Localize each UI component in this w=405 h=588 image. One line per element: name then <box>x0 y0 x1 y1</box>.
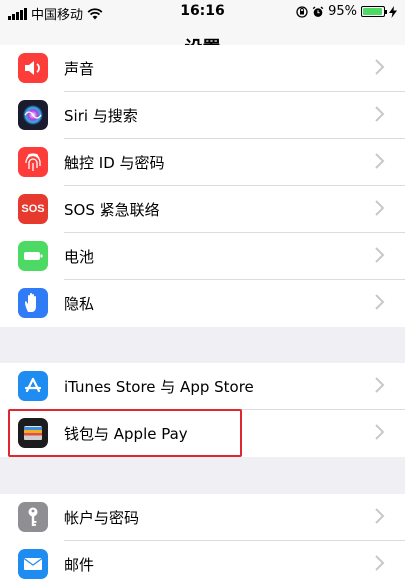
row-label: 邮件 <box>64 556 95 574</box>
settings-row-mail[interactable]: 邮件 <box>0 541 405 588</box>
chevron-right-icon <box>375 294 385 310</box>
siri-icon <box>18 100 48 130</box>
row-label: 隐私 <box>64 295 95 313</box>
settings-row-touch-id[interactable]: 触控 ID 与密码 <box>0 139 405 186</box>
settings-row-emergency-sos[interactable]: SOS SOS 紧急联络 <box>0 186 405 233</box>
mail-icon <box>18 549 48 579</box>
chevron-right-icon <box>375 424 385 440</box>
orientation-lock-icon <box>296 5 308 18</box>
chevron-right-icon <box>375 508 385 524</box>
status-bar: 中国移动 16:16 95% <box>0 0 405 24</box>
settings-row-siri-search[interactable]: Siri 与搜索 <box>0 92 405 139</box>
hand-icon <box>18 288 48 318</box>
battery-fill <box>363 8 382 15</box>
chevron-right-icon <box>375 200 385 216</box>
highlight-box <box>8 409 242 457</box>
settings-row-sounds[interactable]: 声音 <box>0 45 405 92</box>
settings-row-privacy[interactable]: 隐私 <box>0 280 405 327</box>
chevron-right-icon <box>375 106 385 122</box>
sos-icon: SOS <box>18 194 48 224</box>
sos-icon-text: SOS <box>21 203 45 215</box>
speaker-icon <box>18 53 48 83</box>
settings-row-battery[interactable]: 电池 <box>0 233 405 280</box>
chevron-right-icon <box>375 247 385 263</box>
row-label: SOS 紧急联络 <box>64 201 160 219</box>
settings-group-3: 帐户与密码 邮件 <box>0 494 405 588</box>
chevron-right-icon <box>375 377 385 393</box>
row-label: 电池 <box>64 248 95 266</box>
settings-row-accounts-passwords[interactable]: 帐户与密码 <box>0 494 405 541</box>
battery-icon <box>18 241 48 271</box>
battery-icon <box>361 6 387 17</box>
settings-group-1: 声音 Siri 与搜索 触控 ID 与密码 SOS SOS 紧急联络 电池 隐私 <box>0 45 405 327</box>
row-label: 声音 <box>64 60 95 78</box>
settings-row-itunes-app-store[interactable]: iTunes Store 与 App Store <box>0 363 405 410</box>
row-label: 触控 ID 与密码 <box>64 154 165 172</box>
row-label: Siri 与搜索 <box>64 107 138 125</box>
row-label: 帐户与密码 <box>64 509 140 527</box>
battery-percent: 95% <box>328 4 357 19</box>
status-right: 95% <box>296 4 397 19</box>
app-store-icon <box>18 371 48 401</box>
alarm-icon <box>312 5 324 17</box>
chevron-right-icon <box>375 153 385 169</box>
chevron-right-icon <box>375 555 385 571</box>
chevron-right-icon <box>375 59 385 75</box>
row-label: iTunes Store 与 App Store <box>64 378 254 396</box>
fingerprint-icon <box>18 147 48 177</box>
charging-bolt-icon <box>389 5 397 18</box>
key-icon <box>18 502 48 532</box>
